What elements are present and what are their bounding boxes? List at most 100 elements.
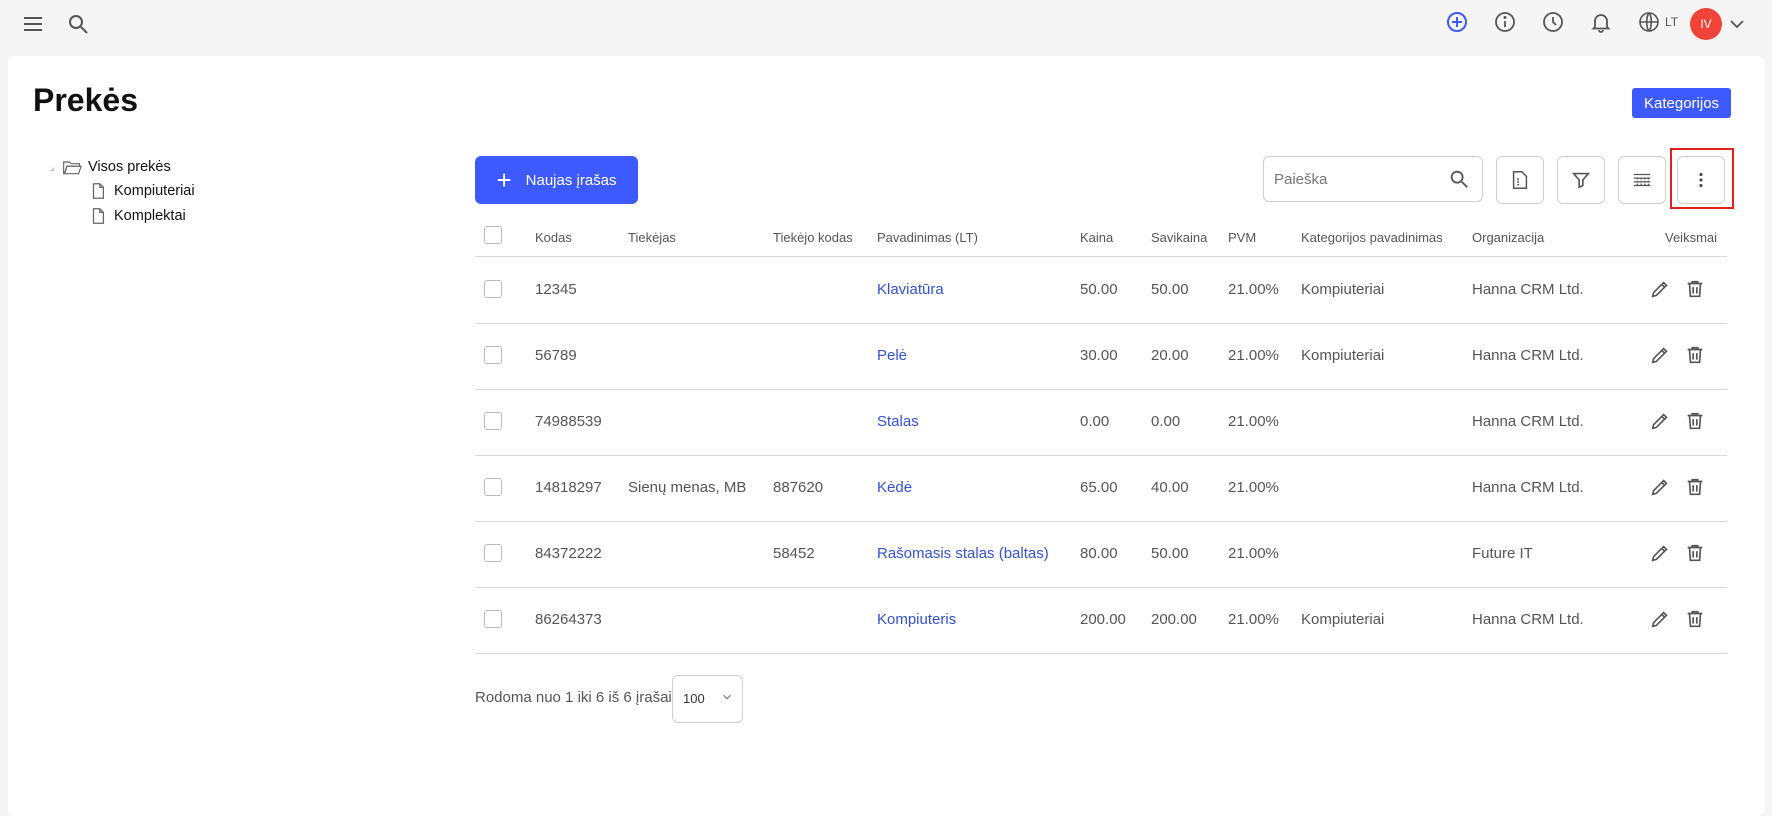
clock-icon[interactable] xyxy=(1539,8,1567,36)
cell-supplier-code: 58452 xyxy=(773,545,815,562)
search-icon[interactable] xyxy=(64,10,92,38)
cell-price: 50.00 xyxy=(1080,281,1118,298)
cell-organization: Hanna CRM Ltd. xyxy=(1472,413,1584,430)
cell-organization: Future IT xyxy=(1472,545,1533,562)
column-header[interactable]: Tiekėjo kodas xyxy=(773,230,853,245)
globe-icon[interactable] xyxy=(1635,8,1663,36)
cell-cost: 40.00 xyxy=(1151,479,1189,496)
cell-cost: 0.00 xyxy=(1151,413,1181,430)
cell-code: 74988539 xyxy=(535,413,602,430)
plus-icon: + xyxy=(496,165,512,195)
cell-organization: Hanna CRM Ltd. xyxy=(1472,281,1584,298)
document-icon xyxy=(1512,171,1528,189)
row-checkbox[interactable] xyxy=(484,412,502,430)
chevron-down-icon[interactable] xyxy=(1723,10,1751,38)
cell-vat: 21.00% xyxy=(1228,281,1279,298)
filter-button[interactable] xyxy=(1557,156,1605,204)
search-input[interactable] xyxy=(1264,170,1444,188)
add-circle-icon[interactable] xyxy=(1443,8,1471,36)
product-name-link[interactable]: Rašomasis stalas (baltas) xyxy=(877,545,1049,562)
new-record-label: Naujas įrašas xyxy=(525,171,617,189)
column-header[interactable]: Kaina xyxy=(1080,230,1113,245)
avatar[interactable]: IV xyxy=(1690,8,1722,40)
edit-icon[interactable] xyxy=(1648,475,1672,499)
delete-icon[interactable] xyxy=(1683,607,1707,631)
page-size-value: 100 xyxy=(683,691,705,706)
column-header[interactable]: Savikaina xyxy=(1151,230,1207,245)
row-checkbox[interactable] xyxy=(484,478,502,496)
folder-open-icon xyxy=(63,161,82,175)
bell-icon[interactable] xyxy=(1587,8,1615,36)
new-record-button[interactable]: + Naujas įrašas xyxy=(475,156,638,204)
product-name-link[interactable]: Pelė xyxy=(877,347,907,364)
row-checkbox[interactable] xyxy=(484,544,502,562)
chevron-down-icon xyxy=(723,694,731,700)
cell-vat: 21.00% xyxy=(1228,479,1279,496)
page-title: Prekės xyxy=(33,82,138,118)
cell-category: Kompiuteriai xyxy=(1301,281,1385,298)
edit-icon[interactable] xyxy=(1648,409,1672,433)
column-header[interactable]: Kodas xyxy=(535,230,572,245)
cell-price: 0.00 xyxy=(1080,413,1110,430)
row-checkbox[interactable] xyxy=(484,280,502,298)
product-name-link[interactable]: Klaviatūra xyxy=(877,281,944,298)
menu-icon[interactable] xyxy=(19,10,47,38)
column-header[interactable]: Kategorijos pavadinimas xyxy=(1301,230,1443,245)
select-all-checkbox[interactable] xyxy=(484,226,502,244)
filter-icon xyxy=(1571,172,1591,189)
column-header[interactable]: Organizacija xyxy=(1472,230,1544,245)
tree-item-kompiuteriai[interactable]: Kompiuteriai xyxy=(88,182,195,200)
columns-icon xyxy=(1633,173,1651,187)
search-icon[interactable] xyxy=(1448,168,1470,190)
delete-icon[interactable] xyxy=(1683,541,1707,565)
cell-supplier-code: 887620 xyxy=(773,479,824,496)
table-row: 86264373 Kompiuteris 200.00 200.00 21.00… xyxy=(475,587,1727,654)
edit-icon[interactable] xyxy=(1648,277,1672,301)
tree-item-label: Kompiuteriai xyxy=(114,183,195,199)
cell-cost: 20.00 xyxy=(1151,347,1189,364)
cell-price: 65.00 xyxy=(1080,479,1118,496)
table-header: Kodas Tiekėjas Tiekėjo kodas Pavadinimas… xyxy=(475,218,1727,257)
delete-icon[interactable] xyxy=(1683,409,1707,433)
column-header: Veiksmai xyxy=(1665,230,1718,245)
cell-code: 86264373 xyxy=(535,611,602,628)
search-box xyxy=(1263,156,1483,202)
tree-item-komplektai[interactable]: Komplektai xyxy=(88,207,186,225)
table-row: 12345 Klaviatūra 50.00 50.00 21.00% Komp… xyxy=(475,257,1727,324)
page-size-select[interactable]: 100 xyxy=(672,675,743,723)
cell-cost: 50.00 xyxy=(1151,281,1189,298)
delete-icon[interactable] xyxy=(1683,343,1707,367)
cell-code: 56789 xyxy=(535,347,577,364)
row-checkbox[interactable] xyxy=(484,610,502,628)
cell-price: 30.00 xyxy=(1080,347,1118,364)
cell-organization: Hanna CRM Ltd. xyxy=(1472,347,1584,364)
column-header[interactable]: Pavadinimas (LT) xyxy=(877,230,978,245)
column-header[interactable]: PVM xyxy=(1228,230,1256,245)
product-name-link[interactable]: Stalas xyxy=(877,413,919,430)
product-name-link[interactable]: Kėdė xyxy=(877,479,912,496)
cell-cost: 200.00 xyxy=(1151,611,1197,628)
edit-icon[interactable] xyxy=(1648,343,1672,367)
export-button[interactable] xyxy=(1496,156,1544,204)
top-bar: LT IV xyxy=(0,0,1772,52)
table-row: 74988539 Stalas 0.00 0.00 21.00% Hanna C… xyxy=(475,389,1727,456)
categories-button[interactable]: Kategorijos xyxy=(1632,88,1732,118)
edit-icon[interactable] xyxy=(1648,541,1672,565)
delete-icon[interactable] xyxy=(1683,475,1707,499)
row-checkbox[interactable] xyxy=(484,346,502,364)
edit-icon[interactable] xyxy=(1648,607,1672,631)
cell-vat: 21.00% xyxy=(1228,347,1279,364)
tree-item-root[interactable]: ⌟ Visos prekės xyxy=(50,158,171,176)
table-row: 84372222 58452 Rašomasis stalas (baltas)… xyxy=(475,521,1727,588)
cell-organization: Hanna CRM Ltd. xyxy=(1472,611,1584,628)
column-header[interactable]: Tiekėjas xyxy=(628,230,676,245)
file-icon xyxy=(92,183,105,199)
delete-icon[interactable] xyxy=(1683,277,1707,301)
language-label[interactable]: LT xyxy=(1665,15,1678,29)
collapse-toggle-icon[interactable]: ⌟ xyxy=(50,162,62,173)
highlight-box xyxy=(1670,148,1734,209)
pagination-summary: Rodoma nuo 1 iki 6 iš 6 įrašai xyxy=(475,689,672,706)
columns-button[interactable] xyxy=(1618,156,1666,204)
product-name-link[interactable]: Kompiuteris xyxy=(877,611,956,628)
info-icon[interactable] xyxy=(1491,8,1519,36)
